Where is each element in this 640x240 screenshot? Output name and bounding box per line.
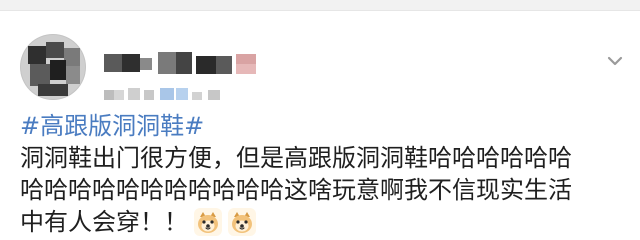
username-blurred[interactable] [104, 48, 284, 76]
chevron-down-icon [607, 56, 623, 66]
post-header [0, 10, 640, 110]
post-text-line: 洞洞鞋出门很方便，但是高跟版洞洞鞋哈哈哈哈哈哈 [20, 144, 572, 172]
hashtag-link[interactable]: #高跟版洞洞鞋# [20, 112, 620, 140]
post-text-line-content: 中有人会穿！！ [20, 208, 188, 236]
doge-emoji [194, 208, 222, 236]
doge-emoji [228, 208, 256, 236]
timestamp-blurred [104, 86, 264, 102]
dropdown-menu-button[interactable] [602, 48, 628, 74]
avatar[interactable] [20, 34, 86, 100]
post-text-line: 中有人会穿！！ [20, 206, 632, 238]
post-text-line: 哈哈哈哈哈哈哈哈哈哈哈这啥玩意啊我不信现实生活 [20, 176, 572, 204]
post-text: 洞洞鞋出门很方便，但是高跟版洞洞鞋哈哈哈哈哈哈 哈哈哈哈哈哈哈哈哈哈哈这啥玩意啊… [20, 142, 632, 238]
